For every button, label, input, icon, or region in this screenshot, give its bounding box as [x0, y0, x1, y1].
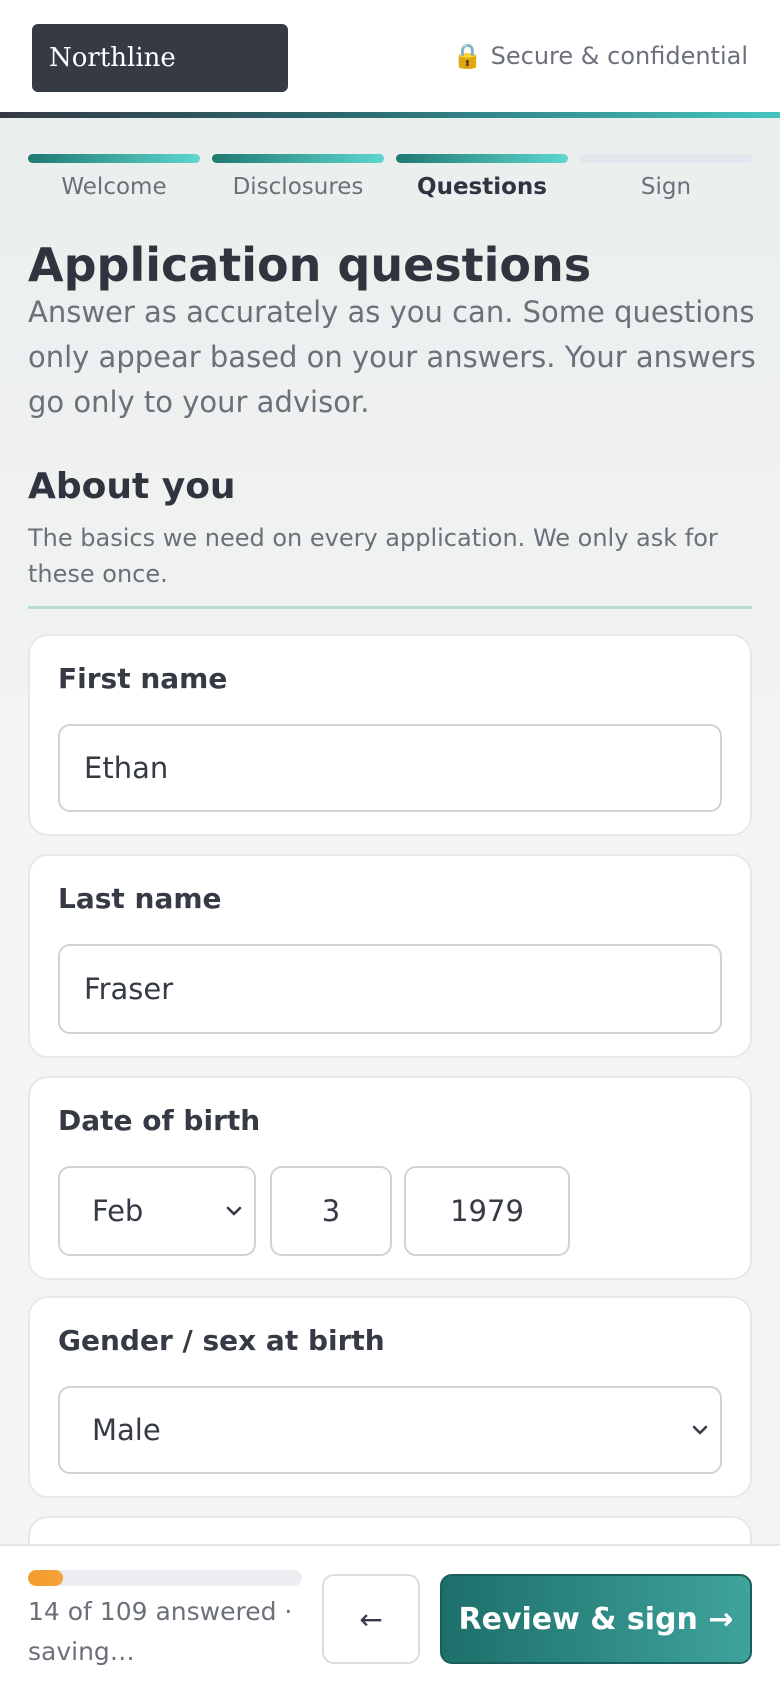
- section-title: About you: [28, 466, 236, 507]
- section-divider: [28, 606, 752, 609]
- question-label: First name: [58, 662, 228, 695]
- step-label: Sign: [640, 174, 692, 200]
- dob-month-value: Feb: [92, 1194, 144, 1228]
- section-subtitle: The basics we need on every application.…: [28, 524, 718, 588]
- progress-fill: [28, 1570, 64, 1586]
- last-name-input[interactable]: Fraser: [58, 944, 722, 1034]
- lock-icon: 🔒: [452, 42, 483, 70]
- step-bar: [396, 154, 568, 163]
- progress-stepper: Welcome Disclosures Questions Sign: [28, 154, 752, 204]
- gender-value: Male: [92, 1413, 161, 1447]
- step-label: Welcome: [61, 174, 167, 200]
- page-title: Application questions: [28, 238, 592, 292]
- step-bar: [28, 154, 200, 163]
- app-header: Northline 🔒 Secure & confidential: [0, 0, 780, 112]
- step-disclosures[interactable]: Disclosures: [212, 154, 384, 204]
- back-button[interactable]: ←: [322, 1574, 420, 1664]
- question-card-gender: Gender / sex at birth Male: [28, 1296, 752, 1498]
- step-label: Questions: [417, 174, 547, 200]
- secure-notice: 🔒 Secure & confidential: [453, 42, 748, 70]
- review-sign-button[interactable]: Review & sign →: [440, 1574, 752, 1664]
- brand-logo[interactable]: Northline: [32, 24, 288, 92]
- dob-year-input[interactable]: 1979: [404, 1166, 570, 1256]
- footer-bar: 14 of 109 answered · saving… ← Review & …: [0, 1544, 780, 1688]
- step-bar: [212, 154, 384, 163]
- question-card-dob: Date of birth Feb 3 1979: [28, 1076, 752, 1280]
- answer-progress-bar: [28, 1570, 302, 1586]
- chevron-down-icon: [226, 1206, 242, 1216]
- question-label: Last name: [58, 882, 222, 915]
- page-subtitle: Answer as accurately as you can. Some qu…: [28, 295, 756, 419]
- question-card-last-name: Last name Fraser: [28, 854, 752, 1058]
- chevron-down-icon: [692, 1425, 708, 1435]
- question-label: Date of birth: [58, 1104, 261, 1137]
- step-sign[interactable]: Sign: [580, 154, 752, 204]
- step-welcome[interactable]: Welcome: [28, 154, 200, 204]
- first-name-input[interactable]: Ethan: [58, 724, 722, 812]
- question-label: Gender / sex at birth: [58, 1324, 385, 1357]
- gender-select[interactable]: Male: [58, 1386, 722, 1474]
- step-questions[interactable]: Questions: [396, 154, 568, 204]
- step-label: Disclosures: [232, 174, 364, 200]
- secure-text: Secure & confidential: [490, 42, 748, 70]
- step-bar: [580, 154, 752, 163]
- progress-status: 14 of 109 answered · saving…: [28, 1597, 293, 1666]
- question-card-first-name: First name Ethan: [28, 634, 752, 836]
- dob-day-input[interactable]: 3: [270, 1166, 392, 1256]
- dob-month-select[interactable]: Feb: [58, 1166, 256, 1256]
